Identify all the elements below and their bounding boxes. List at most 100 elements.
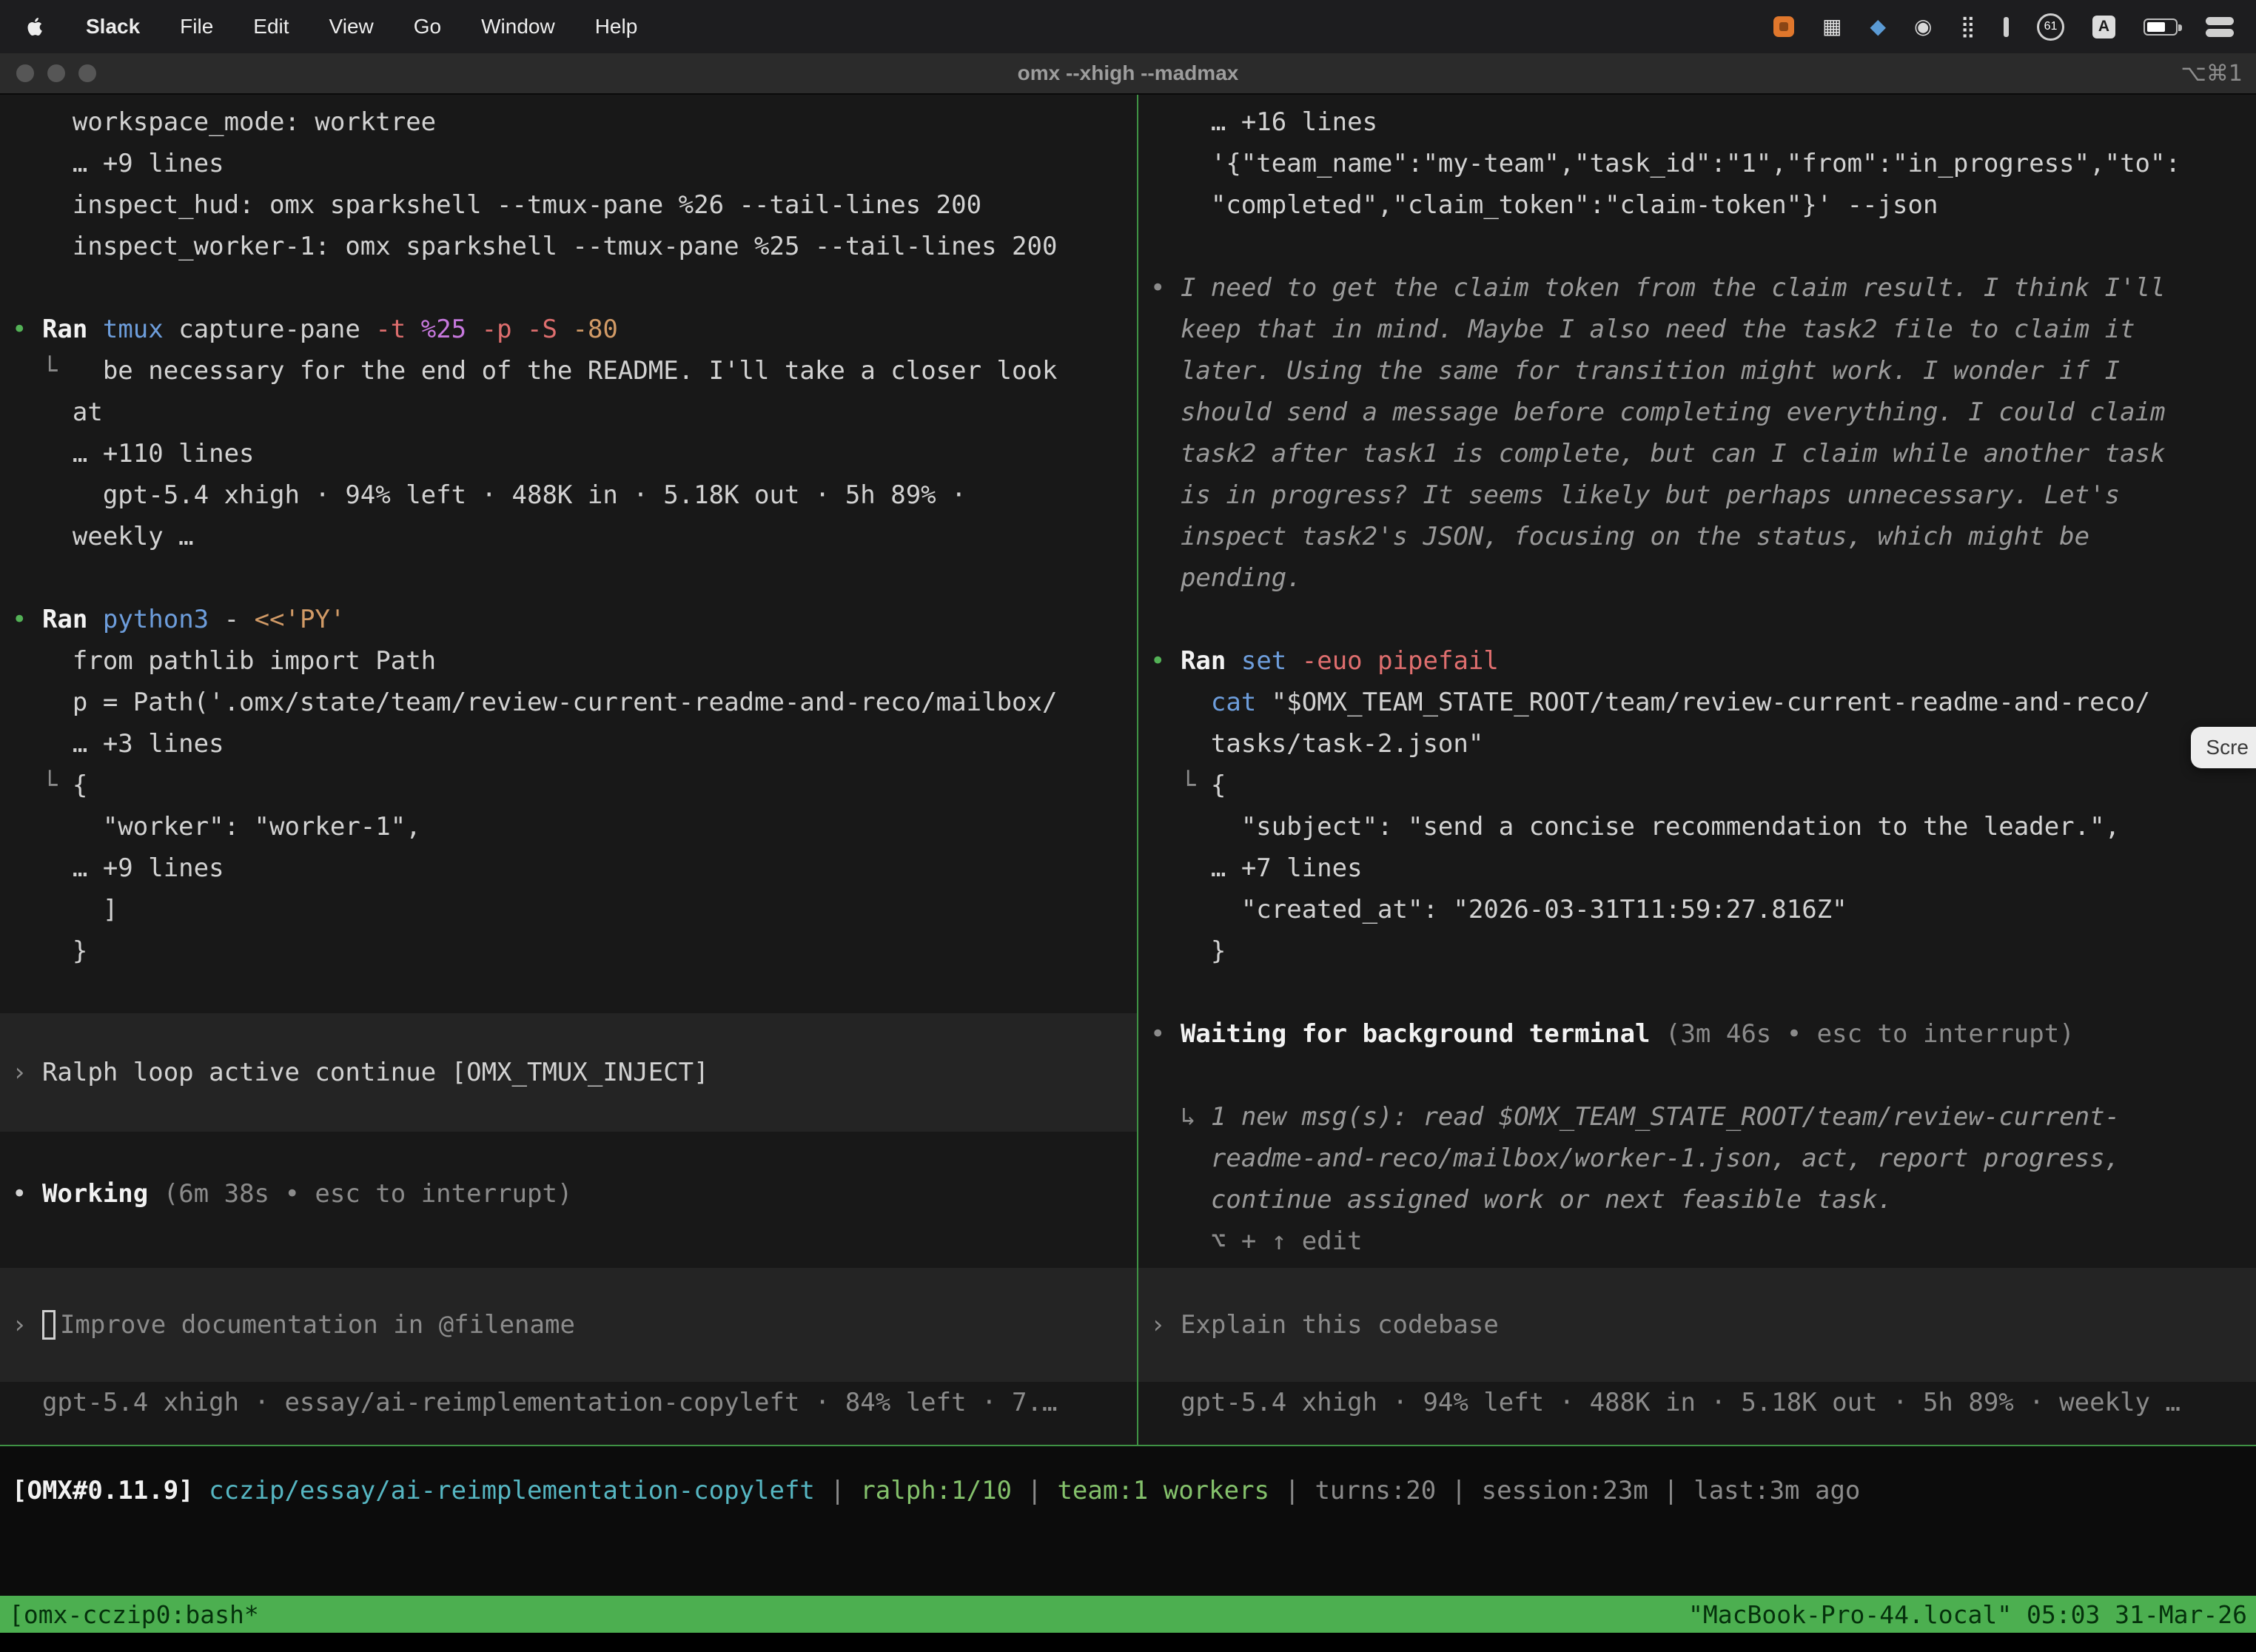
terminal-line: is in progress? It seems likely but perh…: [1138, 474, 2256, 516]
terminal-line: inspect_worker-1: omx sparkshell --tmux-…: [0, 226, 1137, 267]
text-segment: <<'PY': [255, 605, 346, 634]
terminal-line: at: [0, 392, 1137, 433]
text-segment: Ran: [42, 605, 103, 634]
text-segment: (6m 38s • esc to interrupt): [148, 1179, 572, 1209]
text-segment: •: [12, 1179, 42, 1209]
text-segment: keep that in mind. Maybe I also need the…: [1150, 315, 2135, 344]
close-button[interactable]: [16, 64, 34, 82]
battery-icon[interactable]: [2143, 19, 2178, 36]
terminal: workspace_mode: worktree … +9 lines insp…: [0, 95, 2256, 1445]
text-segment: p = Path('.omx/state/team/review-current…: [12, 688, 1057, 717]
tmux-status-bar: [omx-cczip0:bash* "MacBook-Pro-44.local"…: [0, 1596, 2256, 1633]
text-segment: later. Using the same for transition mig…: [1150, 356, 2120, 386]
text-segment: tmux: [103, 315, 164, 344]
traffic-lights: [0, 64, 96, 82]
text-segment: Working: [42, 1179, 148, 1209]
terminal-line: └ {: [1138, 765, 2256, 806]
right-pane[interactable]: … +16 lines '{"team_name":"my-team","tas…: [1138, 95, 2256, 1445]
left-pane[interactable]: workspace_mode: worktree … +9 lines insp…: [0, 95, 1137, 1445]
text-segment: team:1 workers: [1057, 1476, 1269, 1505]
text-segment: "completed","claim_token":"claim-token"}…: [1150, 190, 1938, 220]
omx-status-line: [OMX#0.11.9] cczip/essay/ai-reimplementa…: [0, 1470, 2256, 1511]
terminal-line: inspect task2's JSON, focusing on the st…: [1138, 516, 2256, 557]
screen-share-notification[interactable]: Scre: [2191, 727, 2256, 768]
menu-item-window[interactable]: Window: [481, 15, 555, 38]
terminal-line: from pathlib import Path: [0, 640, 1137, 682]
terminal-line: "completed","claim_token":"claim-token"}…: [1138, 184, 2256, 226]
text-segment: readme-and-reco/mailbox/worker-1.json, a…: [1150, 1144, 2120, 1173]
text-segment: gpt-5.4 xhigh · essay/ai-reimplementatio…: [12, 1388, 1057, 1417]
terminal-line: … +110 lines: [0, 433, 1137, 474]
text-segment: capture-pane: [164, 315, 376, 344]
battery-percent-badge[interactable]: 61: [2037, 13, 2064, 41]
terminal-line: "created_at": "2026-03-31T11:59:27.816Z": [1138, 889, 2256, 930]
text-segment: [OMX#0.11.9]: [12, 1476, 209, 1505]
blue-app-icon[interactable]: ◆: [1870, 16, 1887, 37]
text-segment: └: [12, 770, 73, 800]
input-source-icon[interactable]: A: [2092, 16, 2115, 38]
text-segment: "subject": "send a concise recommendatio…: [1150, 812, 2120, 842]
text-segment: python3: [103, 605, 209, 634]
menu-item-help[interactable]: Help: [595, 15, 638, 38]
text-segment: … +9 lines: [12, 853, 224, 883]
left-pane-footer: gpt-5.4 xhigh · essay/ai-reimplementatio…: [0, 1382, 1137, 1423]
terminal-line: p = Path('.omx/state/team/review-current…: [0, 682, 1137, 723]
screen-recording-indicator[interactable]: [1773, 16, 1794, 37]
terminal-line: [1138, 1055, 2256, 1096]
terminal-line: gpt-5.4 xhigh · 94% left · 488K in · 5.1…: [0, 474, 1137, 516]
terminal-line: should send a message before completing …: [1138, 392, 2256, 433]
terminal-line: inspect_hud: omx sparkshell --tmux-pane …: [0, 184, 1137, 226]
terminal-line: [1138, 599, 2256, 640]
dots-grid-icon[interactable]: ⣿: [1960, 16, 1975, 37]
terminal-line: continue assigned work or next feasible …: [1138, 1179, 2256, 1220]
spacer: [0, 1132, 1137, 1173]
text-segment: Ran: [42, 315, 103, 344]
text-segment: (3m 46s • esc to interrupt): [1651, 1019, 2075, 1049]
tmux-session-window: [omx-cczip0:bash*: [9, 1600, 259, 1629]
text-segment: inspect_hud: omx sparkshell --tmux-pane …: [12, 190, 981, 220]
terminal-line: task2 after task1 is complete, but can I…: [1138, 433, 2256, 474]
menu-item-view[interactable]: View: [329, 15, 374, 38]
round-app-icon[interactable]: ◉: [1914, 16, 1932, 37]
text-segment: Waiting for background terminal: [1181, 1019, 1651, 1049]
text-segment: … +9 lines: [12, 149, 224, 178]
apple-menu[interactable]: [27, 16, 46, 38]
minimize-button[interactable]: [47, 64, 65, 82]
menu-item-edit[interactable]: Edit: [253, 15, 289, 38]
text-segment: … +16 lines: [1150, 107, 1377, 137]
text-segment: •: [1150, 273, 1181, 303]
text-segment: •: [12, 605, 42, 634]
window-layout-icon[interactable]: ▦: [1822, 16, 1842, 37]
terminal-line: [1138, 226, 2256, 267]
terminal-window: omx --xhigh --madmax ⌥⌘1 workspace_mode:…: [0, 53, 2256, 1633]
control-center-icon[interactable]: [2206, 17, 2234, 37]
right-pane-flow: … +16 lines '{"team_name":"my-team","tas…: [1138, 95, 2256, 1262]
terminal-line: "worker": "worker-1",: [0, 806, 1137, 847]
terminal-line: … +16 lines: [1138, 101, 2256, 143]
zoom-button[interactable]: [78, 64, 96, 82]
text-segment: at: [12, 397, 103, 427]
text-segment: "$OMX_TEAM_STATE_ROOT/team/review-curren…: [1256, 688, 2150, 717]
text-segment: from pathlib import Path: [12, 646, 436, 676]
text-segment: |: [1436, 1476, 1481, 1505]
text-segment: ↳: [1150, 1102, 1211, 1132]
text-segment: cat: [1211, 688, 1256, 717]
text-segment: ›: [12, 1310, 42, 1340]
text-segment: [1286, 646, 1301, 676]
terminal-line: pending.: [1138, 557, 2256, 599]
window-titlebar[interactable]: omx --xhigh --madmax ⌥⌘1: [0, 53, 2256, 95]
text-segment: I need to get the claim token from the c…: [1181, 273, 2166, 303]
right-prompt-input[interactable]: › Explain this codebase: [1138, 1268, 2256, 1382]
text-segment: pending.: [1150, 563, 1302, 593]
left-prompt-input[interactable]: › Improve documentation in @filename: [0, 1268, 1137, 1382]
left-pane-flow: workspace_mode: worktree … +9 lines insp…: [0, 95, 1137, 1215]
menu-item-file[interactable]: File: [180, 15, 213, 38]
menu-item-go[interactable]: Go: [414, 15, 441, 38]
terminal-line: ↳ 1 new msg(s): read $OMX_TEAM_STATE_ROO…: [1138, 1096, 2256, 1138]
text-segment: [1150, 688, 1211, 717]
slim-utility-icon[interactable]: [2004, 17, 2009, 37]
text-segment: be necessary for the end of the README. …: [103, 356, 1058, 386]
terminal-line: • Ran python3 - <<'PY': [0, 599, 1137, 640]
text-segment: set: [1241, 646, 1286, 676]
active-app-menu[interactable]: Slack: [86, 15, 140, 38]
